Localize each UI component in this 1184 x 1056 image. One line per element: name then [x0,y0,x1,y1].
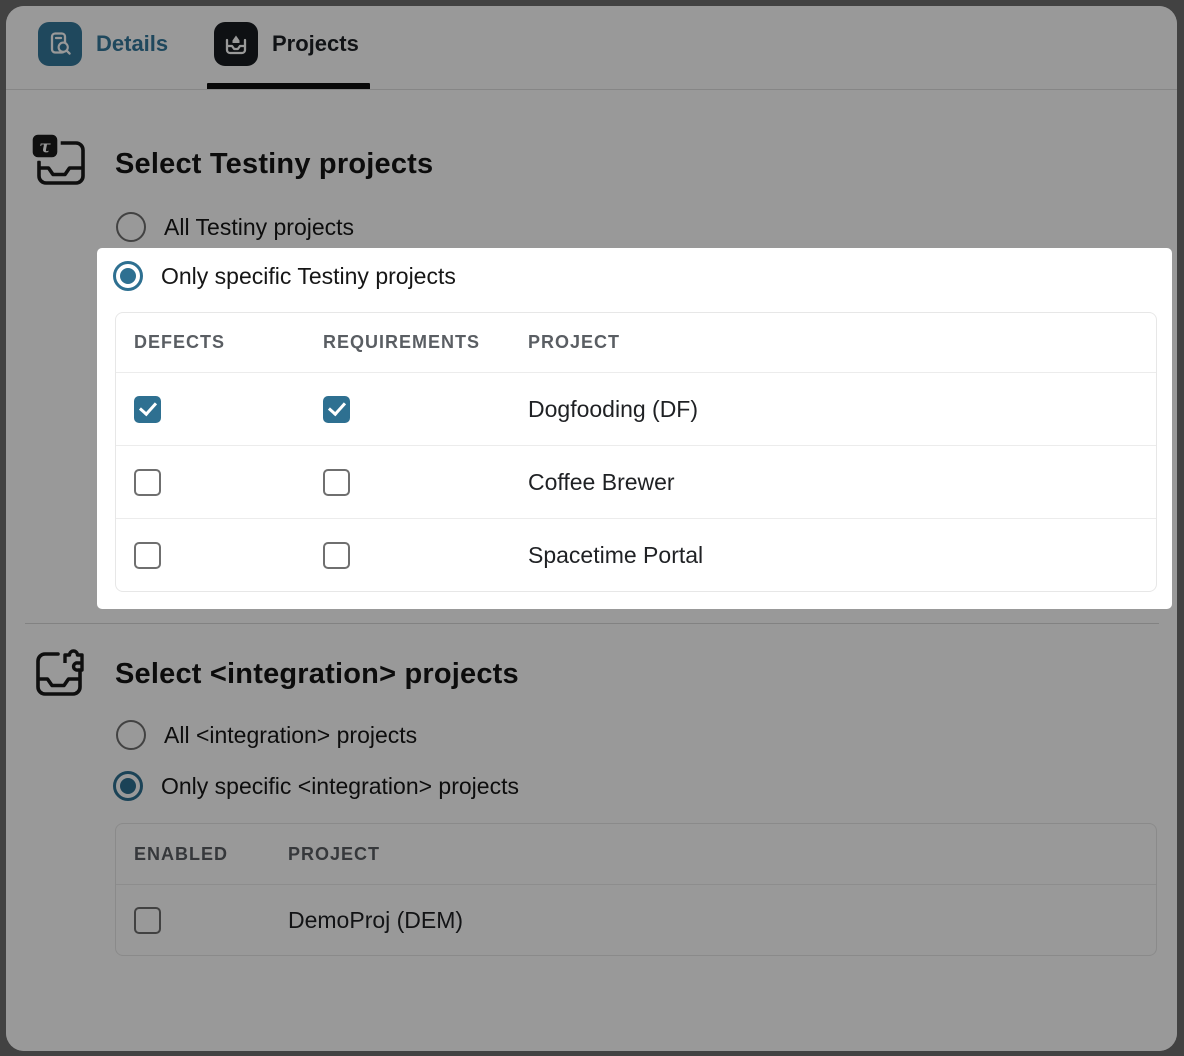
project-name: Spacetime Portal [528,542,1156,569]
radio-all-integration[interactable]: All <integration> projects [116,719,417,751]
tab-details-label: Details [96,31,168,57]
radio-all-testiny[interactable]: All Testiny projects [116,211,354,243]
testiny-inbox-icon: τ [28,130,90,190]
col-requirements: REQUIREMENTS [323,332,528,353]
defects-checkbox[interactable] [134,396,161,423]
project-name: DemoProj (DEM) [288,907,1156,934]
testiny-table-header: DEFECTS REQUIREMENTS PROJECT [116,313,1156,372]
radio-all-integration-label: All <integration> projects [164,722,417,749]
integration-inbox-icon [28,641,90,701]
enabled-checkbox[interactable] [134,907,161,934]
table-row: DemoProj (DEM) [116,884,1156,955]
radio-specific-integration-label: Only specific <integration> projects [161,773,519,800]
section-divider [25,623,1159,624]
requirements-checkbox[interactable] [323,542,350,569]
radio-specific-testiny-label: Only specific Testiny projects [161,263,456,290]
settings-window: Details Projects [6,6,1177,1051]
projects-tab-icon [214,22,258,66]
svg-text:τ: τ [39,138,51,158]
radio-specific-testiny-circle[interactable] [113,261,143,291]
integration-table-header: ENABLED PROJECT [116,824,1156,884]
col-enabled: ENABLED [134,844,288,865]
defects-checkbox[interactable] [134,469,161,496]
table-row: Dogfooding (DF) [116,372,1156,445]
table-row: Spacetime Portal [116,518,1156,591]
requirements-checkbox[interactable] [323,396,350,423]
col-project: PROJECT [528,332,1156,353]
testiny-section-title: Select Testiny projects [115,148,433,181]
radio-specific-integration-circle[interactable] [113,771,143,801]
integration-projects-table: ENABLED PROJECT DemoProj (DEM) [115,823,1157,956]
tabbar-divider [6,89,1177,90]
screenshot-root: Details Projects [0,0,1184,1056]
requirements-checkbox[interactable] [323,469,350,496]
defects-checkbox[interactable] [134,542,161,569]
table-row: Coffee Brewer [116,445,1156,518]
radio-specific-testiny[interactable]: Only specific Testiny projects [113,260,456,292]
col-project: PROJECT [288,844,1156,865]
tab-projects-label: Projects [272,31,359,57]
details-tab-icon [38,22,82,66]
integration-section-title: Select <integration> projects [115,658,519,691]
radio-all-testiny-label: All Testiny projects [164,214,354,241]
testiny-projects-table: DEFECTS REQUIREMENTS PROJECT Dogfooding … [115,312,1157,592]
tab-details[interactable]: Details [38,22,168,66]
radio-all-testiny-circle[interactable] [116,212,146,242]
radio-specific-integration[interactable]: Only specific <integration> projects [113,770,519,802]
col-defects: DEFECTS [134,332,323,353]
tab-projects[interactable]: Projects [214,22,359,66]
project-name: Coffee Brewer [528,469,1156,496]
project-name: Dogfooding (DF) [528,396,1156,423]
radio-all-integration-circle[interactable] [116,720,146,750]
